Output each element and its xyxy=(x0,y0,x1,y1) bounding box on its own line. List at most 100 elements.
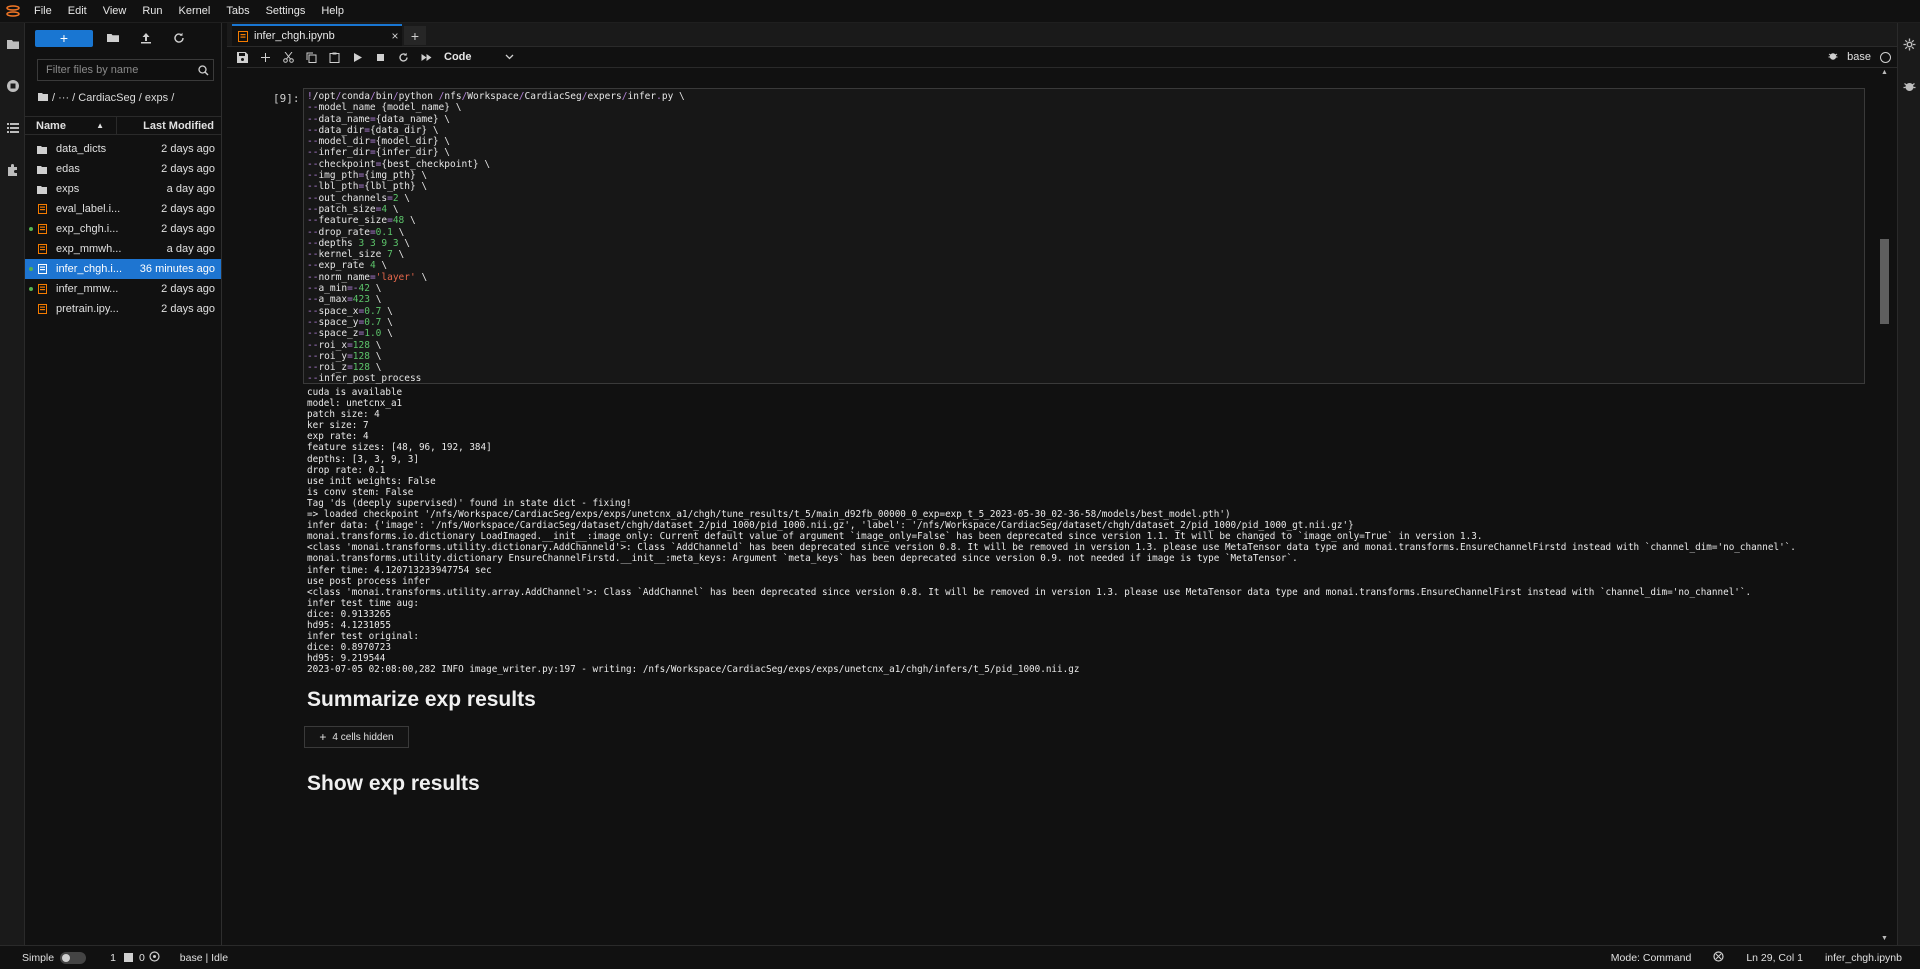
run-icon[interactable] xyxy=(346,47,369,68)
menu-tabs[interactable]: Tabs xyxy=(218,0,257,23)
refresh-icon[interactable] xyxy=(162,28,195,48)
debugger-icon[interactable] xyxy=(1828,51,1838,64)
settings-shield-icon[interactable] xyxy=(1713,950,1724,965)
scroll-down-icon[interactable]: ▼ xyxy=(1880,935,1889,943)
name-column-label: Name xyxy=(36,119,66,132)
code-token: \ xyxy=(398,192,411,204)
file-row[interactable]: infer_mmw... 2 days ago xyxy=(25,279,221,299)
code-token: lbl_pth xyxy=(318,181,359,193)
menu-kernel[interactable]: Kernel xyxy=(171,0,219,23)
copy-icon[interactable] xyxy=(300,47,323,68)
file-row[interactable]: exps a day ago xyxy=(25,179,221,199)
output-line: model: unetcnx_a1 xyxy=(307,398,403,410)
running-indicator-icon xyxy=(29,227,33,231)
add-tab-button[interactable]: + xyxy=(404,26,426,45)
code-token: exp_rate xyxy=(318,260,370,272)
stop-icon[interactable] xyxy=(369,47,392,68)
new-launcher-button[interactable]: + xyxy=(35,29,93,47)
output-line: use init weights: False xyxy=(307,475,436,487)
property-inspector-icon[interactable] xyxy=(1898,23,1920,65)
file-row[interactable]: eval_label.i... 2 days ago xyxy=(25,199,221,219)
code-token: a_max xyxy=(318,294,348,306)
code-token: -- xyxy=(307,373,319,385)
kernel-name[interactable]: base xyxy=(1847,51,1871,63)
code-token: \ xyxy=(381,305,393,317)
code-token: \ xyxy=(404,215,416,227)
code-token: -- xyxy=(307,249,319,261)
kernels-count[interactable]: 0 xyxy=(139,950,160,965)
insert-cell-icon[interactable] xyxy=(254,47,277,68)
table-of-contents-icon[interactable] xyxy=(0,107,25,149)
code-token: data_name xyxy=(318,113,370,125)
file-row[interactable]: exp_mmwh... a day ago xyxy=(25,239,221,259)
terminals-count[interactable]: 1 xyxy=(110,952,133,964)
name-column-header[interactable]: Name ▲ xyxy=(25,117,117,134)
file-modified: 2 days ago xyxy=(161,203,215,215)
code-token: model_dir xyxy=(318,136,370,148)
file-name: exp_chgh.i... xyxy=(56,223,119,235)
folder-icon[interactable] xyxy=(0,23,25,65)
hidden-cells-button[interactable]: + 4 cells hidden xyxy=(304,726,409,748)
fast-forward-icon[interactable] xyxy=(415,47,438,68)
output-line: infer test time aug: xyxy=(307,597,419,609)
menu-run[interactable]: Run xyxy=(134,0,170,23)
file-row[interactable]: data_dicts 2 days ago xyxy=(25,139,221,159)
file-row[interactable]: infer_chgh.i... 36 minutes ago xyxy=(25,259,221,279)
code-line: !/opt/conda/bin/python /nfs/Workspace/Ca… xyxy=(307,91,1861,102)
menu-settings[interactable]: Settings xyxy=(258,0,314,23)
output-line: depths: [3, 3, 9, 3] xyxy=(307,453,419,465)
file-row[interactable]: edas 2 days ago xyxy=(25,159,221,179)
file-row[interactable]: exp_chgh.i... 2 days ago xyxy=(25,219,221,239)
paste-icon[interactable] xyxy=(323,47,346,68)
breadcrumb[interactable]: / ··· / CardiacSeg / exps / xyxy=(25,85,221,111)
tab-infer-chgh[interactable]: infer_chgh.ipynb × xyxy=(232,24,402,46)
cell-type-value: Code xyxy=(444,51,472,63)
menu-help[interactable]: Help xyxy=(313,0,352,23)
cursor-position[interactable]: Ln 29, Col 1 xyxy=(1746,952,1803,964)
output-line: monai.transforms.io.dictionary LoadImage… xyxy=(307,531,1483,543)
code-token: 'layer' xyxy=(375,271,416,283)
close-icon[interactable]: × xyxy=(388,29,402,43)
breadcrumb-path[interactable]: / ··· / CardiacSeg / exps / xyxy=(52,92,174,104)
cut-icon[interactable] xyxy=(277,47,300,68)
scroll-up-icon[interactable]: ▲ xyxy=(1880,69,1889,77)
kernel-status[interactable]: base | Idle xyxy=(180,952,228,964)
code-token: -- xyxy=(307,362,319,374)
menu-view[interactable]: View xyxy=(95,0,135,23)
save-icon[interactable] xyxy=(231,47,254,68)
menu-file[interactable]: File xyxy=(26,0,60,23)
code-token: \ xyxy=(369,283,382,295)
new-folder-icon[interactable] xyxy=(96,28,129,48)
file-row[interactable]: pretrain.ipy... 2 days ago xyxy=(25,299,221,319)
code-token: -- xyxy=(307,147,319,159)
file-filter-input[interactable] xyxy=(38,64,193,76)
code-token: a_min xyxy=(318,283,348,295)
code-token: -- xyxy=(307,158,319,170)
extension-manager-icon[interactable] xyxy=(0,149,25,191)
upload-icon[interactable] xyxy=(129,28,162,48)
running-sessions-icon[interactable] xyxy=(0,65,25,107)
last-modified-column-header[interactable]: Last Modified xyxy=(117,120,221,132)
code-token: -- xyxy=(307,350,319,362)
code-line: --space_z=1.0 \ xyxy=(307,328,1861,339)
code-token: \ xyxy=(369,362,382,374)
code-token: out_channels xyxy=(318,192,388,204)
output-line: hd95: 4.1231055 xyxy=(307,619,391,631)
code-line: --roi_y=128 \ xyxy=(307,351,1861,362)
restart-icon[interactable] xyxy=(392,47,415,68)
simple-mode-toggle[interactable] xyxy=(60,951,87,964)
scrollbar-thumb[interactable] xyxy=(1880,239,1889,324)
notebook-scrollbar[interactable]: ▲ ▼ xyxy=(1879,69,1889,945)
code-token: expers xyxy=(587,91,622,102)
debugger-icon[interactable] xyxy=(1898,65,1920,107)
file-name: pretrain.ipy... xyxy=(56,303,119,315)
file-modified: 2 days ago xyxy=(161,283,215,295)
file-modified: 2 days ago xyxy=(161,303,215,315)
file-list: data_dicts 2 days ago edas 2 days ago exps a … xyxy=(25,139,221,319)
notebook-icon xyxy=(37,284,47,294)
code-token: -- xyxy=(307,339,319,351)
code-token: bin xyxy=(375,91,393,102)
menu-edit[interactable]: Edit xyxy=(60,0,95,23)
code-cell-editor[interactable]: !/opt/conda/bin/python /nfs/Workspace/Ca… xyxy=(303,88,1865,384)
cell-type-dropdown[interactable]: Code xyxy=(444,51,514,63)
